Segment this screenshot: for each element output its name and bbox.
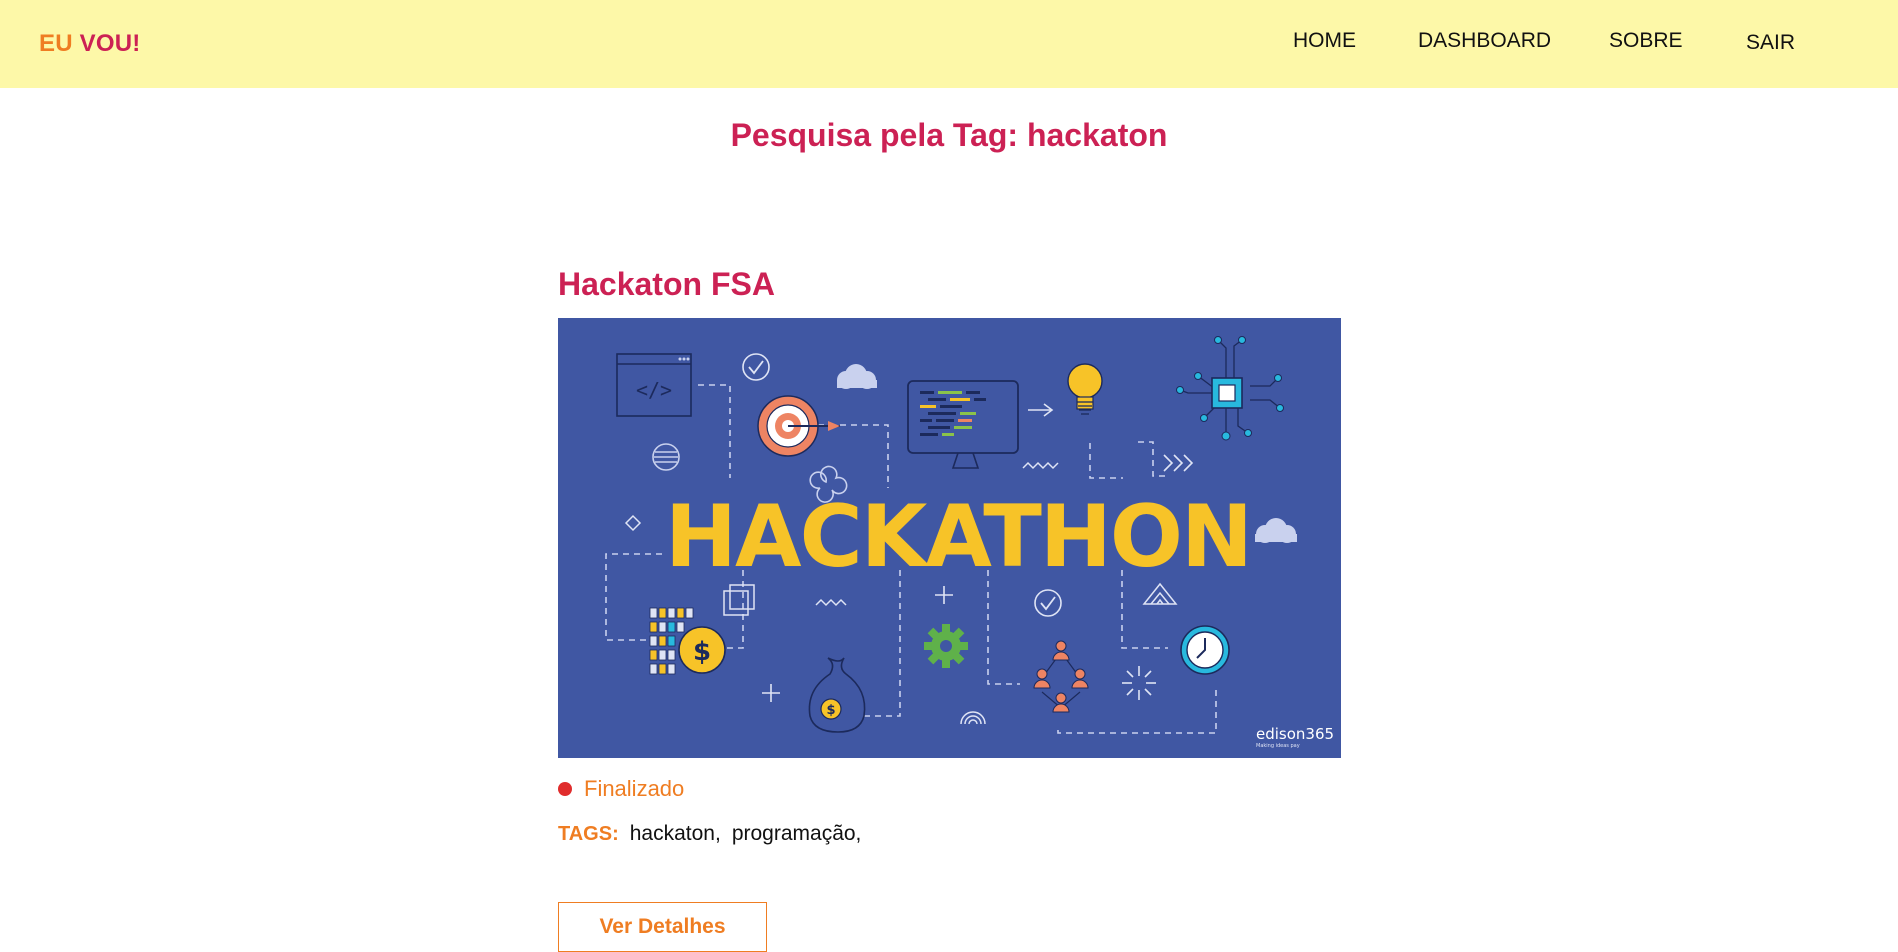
banner-brand: edison365 xyxy=(1256,725,1334,743)
nav-home-link[interactable]: HOME xyxy=(1293,29,1356,53)
event-tags: TAGS: hackaton, programação, xyxy=(558,822,872,846)
page-title: Pesquisa pela Tag: hackaton xyxy=(730,117,1168,153)
brand-part-eu: EU xyxy=(39,30,73,57)
nav-dashboard-link[interactable]: DASHBOARD xyxy=(1418,29,1551,53)
banner-headline: HACKATHON xyxy=(665,487,1251,587)
tags-label: TAGS: xyxy=(558,823,619,845)
navbar: EU VOU! HOME DASHBOARD SOBRE SAIR xyxy=(0,0,1898,88)
tag-item[interactable]: programação, xyxy=(732,822,862,846)
brand-logo[interactable]: EU VOU! xyxy=(39,30,140,58)
nav-sair-link[interactable]: SAIR xyxy=(1746,31,1795,55)
view-details-button[interactable]: Ver Detalhes xyxy=(558,902,767,952)
event-title: Hackaton FSA xyxy=(558,266,775,302)
event-banner-image: </> HACKATHON $ $ edison365 Making ideas… xyxy=(558,318,1341,758)
status-indicator-dot xyxy=(558,782,572,796)
status-text: Finalizado xyxy=(584,776,685,801)
svg-text:$: $ xyxy=(693,637,711,667)
event-status: Finalizado xyxy=(558,776,684,802)
svg-text:</>: </> xyxy=(636,378,672,402)
nav-sobre-link[interactable]: SOBRE xyxy=(1609,29,1683,53)
banner-brand-tagline: Making ideas pay xyxy=(1256,743,1300,749)
svg-text:$: $ xyxy=(826,703,835,718)
brand-part-vou: VOU! xyxy=(79,30,141,57)
tag-item[interactable]: hackaton, xyxy=(630,822,721,846)
